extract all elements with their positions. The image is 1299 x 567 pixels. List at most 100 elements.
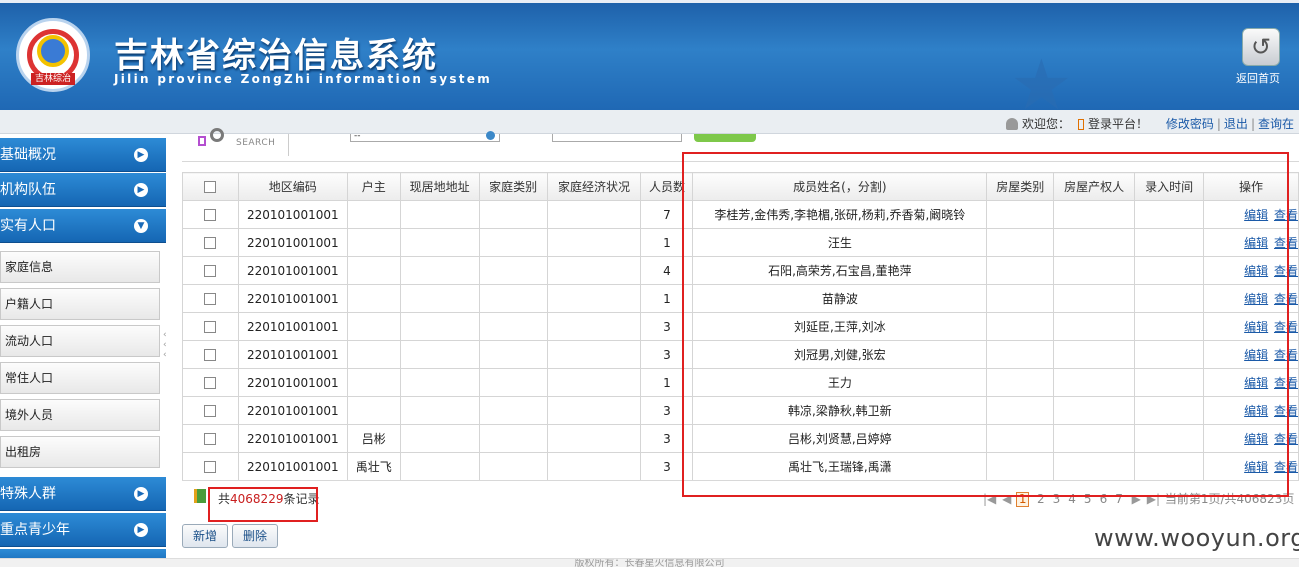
logo-label: 吉林综治	[31, 73, 75, 85]
top-border	[0, 0, 1299, 3]
menu-label: 基础概况	[0, 147, 56, 163]
user-icon	[1006, 118, 1018, 130]
logo-emblem: 吉林综治	[16, 18, 90, 92]
sidebar-collapse-handle[interactable]: ‹ ‹ ‹	[163, 330, 173, 370]
menu-basic-overview[interactable]: 基础概况 ▶	[0, 138, 166, 172]
cell-family-type	[478, 284, 548, 313]
row-select-cell	[182, 284, 239, 313]
user-bar: 欢迎您： 登录平台！ 修改密码 | 退出 | 查询在	[0, 110, 1299, 134]
row-checkbox[interactable]	[204, 237, 217, 249]
globe-icon[interactable]	[486, 131, 495, 140]
row-select-cell	[182, 396, 239, 425]
highlight-box-total	[208, 487, 318, 522]
query-link[interactable]: 查询在	[1258, 117, 1294, 131]
cell-economy	[546, 312, 642, 341]
search-input[interactable]	[552, 134, 682, 142]
cell-household-head	[346, 396, 401, 425]
sidebar-item-floating-population[interactable]: 流动人口	[0, 325, 160, 357]
query-button[interactable]	[694, 134, 756, 142]
row-checkbox[interactable]	[204, 405, 217, 417]
row-checkbox[interactable]	[204, 265, 217, 277]
header-banner: 吉林综治 吉林省综治信息系统 Jilin province ZongZhi in…	[0, 0, 1299, 110]
cell-economy	[546, 200, 642, 229]
cell-household-head: 吕彬	[346, 424, 401, 453]
app-title: 吉林省综治信息系统	[114, 36, 438, 76]
sidebar-item-rental-housing[interactable]: 出租房	[0, 436, 160, 468]
cell-region-code: 220101001001	[237, 228, 348, 257]
cell-address	[399, 284, 480, 313]
row-checkbox[interactable]	[204, 433, 217, 445]
highlight-box-members	[682, 152, 1289, 497]
menu-key-youth[interactable]: 重点青少年 ▶	[0, 513, 166, 547]
row-checkbox[interactable]	[204, 461, 217, 473]
col-household-head: 户主	[346, 172, 401, 201]
row-select-cell	[182, 452, 239, 481]
change-password-link[interactable]: 修改密码	[1166, 117, 1214, 131]
delete-button[interactable]: 删除	[232, 524, 278, 548]
app-subtitle: Jilin province ZongZhi information syste…	[114, 72, 493, 86]
row-select-cell	[182, 424, 239, 453]
cell-household-head: 禹壮飞	[346, 452, 401, 481]
menu-special-groups[interactable]: 特殊人群 ▶	[0, 477, 166, 511]
sidebar-item-resident-population[interactable]: 常住人口	[0, 362, 160, 394]
cell-household-head	[346, 312, 401, 341]
add-button[interactable]: 新增	[182, 524, 228, 548]
menu-organization[interactable]: 机构队伍 ▶	[0, 173, 166, 207]
sidebar-item-foreign-persons[interactable]: 境外人员	[0, 399, 160, 431]
cell-family-type	[478, 312, 548, 341]
cell-economy	[546, 256, 642, 285]
search-icon	[198, 128, 228, 148]
logo-core	[37, 35, 69, 67]
sidebar: 基础概况 ▶ 机构队伍 ▶ 实有人口 ▼ 家庭信息 户籍人口 流动人口 常住人口…	[0, 134, 166, 567]
menu-actual-population[interactable]: 实有人口 ▼	[0, 209, 166, 243]
cell-family-type	[478, 368, 548, 397]
sidebar-item-family-info[interactable]: 家庭信息	[0, 251, 160, 283]
row-checkbox[interactable]	[204, 209, 217, 221]
cell-economy	[546, 396, 642, 425]
cell-family-type	[478, 228, 548, 257]
cell-region-code: 220101001001	[237, 368, 348, 397]
divider	[288, 134, 289, 156]
cell-family-type	[478, 452, 548, 481]
cell-economy	[546, 452, 642, 481]
chevron-right-icon: ▶	[134, 183, 148, 197]
cell-address	[399, 340, 480, 369]
select-all-checkbox[interactable]	[204, 181, 217, 193]
cell-region-code: 220101001001	[237, 200, 348, 229]
cell-family-type	[478, 424, 548, 453]
chevron-right-icon: ▶	[134, 148, 148, 162]
region-select[interactable]: --	[350, 131, 500, 142]
cell-family-type	[478, 200, 548, 229]
return-home-icon[interactable]: ↺	[1242, 28, 1280, 66]
row-select-cell	[182, 200, 239, 229]
row-checkbox[interactable]	[204, 293, 217, 305]
col-economy: 家庭经济状况	[546, 172, 642, 201]
export-excel-icon[interactable]	[194, 489, 206, 503]
copyright-bar: 版权所有：长春星火信息有限公司	[0, 558, 1299, 567]
row-checkbox[interactable]	[204, 349, 217, 361]
cell-economy	[546, 340, 642, 369]
user-bar-content: 欢迎您： 登录平台！ 修改密码 | 退出 | 查询在	[1006, 115, 1294, 132]
menu-label: 机构队伍	[0, 182, 56, 198]
cell-economy	[546, 228, 642, 257]
row-checkbox[interactable]	[204, 321, 217, 333]
cell-family-type	[478, 256, 548, 285]
cell-region-code: 220101001001	[237, 340, 348, 369]
chevron-down-icon: ▼	[134, 219, 148, 233]
return-home-link[interactable]: 返回首页	[1236, 70, 1280, 86]
menu-label: 重点青少年	[0, 522, 70, 538]
col-region-code: 地区编码	[237, 172, 348, 201]
welcome-text: 欢迎您：	[1022, 117, 1071, 131]
platform-icon	[1078, 119, 1085, 130]
logout-link[interactable]: 退出	[1224, 117, 1248, 131]
cell-household-head	[346, 200, 401, 229]
sidebar-item-registered-population[interactable]: 户籍人口	[0, 288, 160, 320]
cell-region-code: 220101001001	[237, 312, 348, 341]
cell-address	[399, 312, 480, 341]
cell-economy	[546, 368, 642, 397]
star-decoration-icon: ★	[1010, 44, 1073, 110]
cell-address	[399, 452, 480, 481]
row-checkbox[interactable]	[204, 377, 217, 389]
cell-region-code: 220101001001	[237, 452, 348, 481]
cell-household-head	[346, 368, 401, 397]
